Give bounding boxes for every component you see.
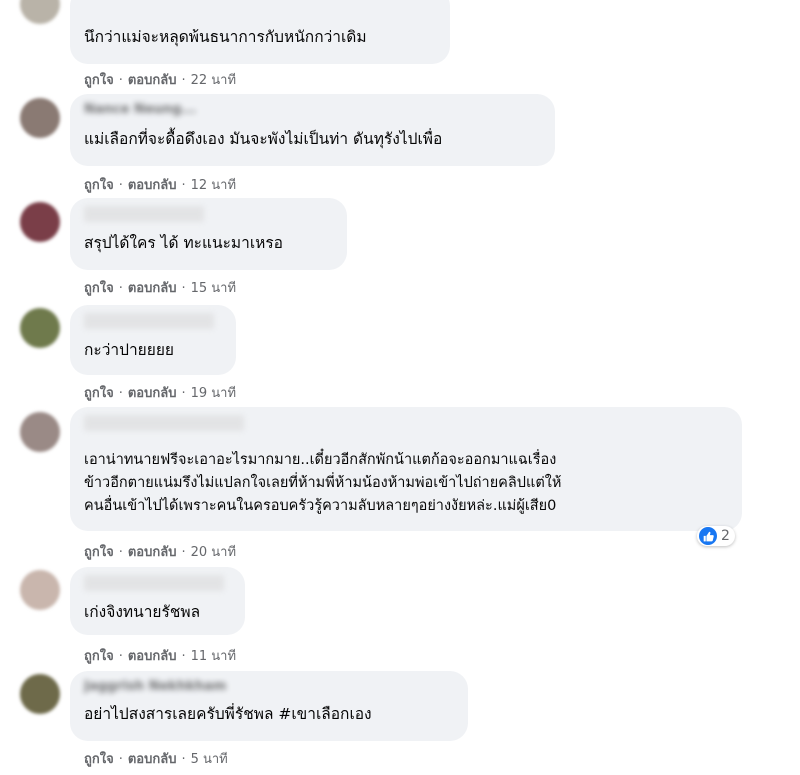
comment-bubble: เอาน่าทนายฟรีจะเอาอะไรมากมาย..เดี๋ยวอีกส… [70,407,742,531]
reply-button[interactable]: ตอบกลับ [128,386,177,401]
comment-text: สรุปได้ใคร ได้ ทะแนะมาเหรอ [84,234,283,252]
like-button[interactable]: ถูกใจ [84,545,114,560]
comment-timestamp[interactable]: 22 นาที [191,73,236,88]
commenter-name[interactable] [84,206,204,222]
comment-actions: ถูกใจ · ตอบกลับ · 22 นาที [84,73,237,88]
reply-button[interactable]: ตอบกลับ [128,752,177,767]
like-button[interactable]: ถูกใจ [84,649,114,664]
like-reaction-icon [699,527,717,545]
comment-bubble: สรุปได้ใคร ได้ ทะแนะมาเหรอ [70,198,347,270]
user-avatar[interactable] [20,98,60,138]
comment-text: เก่งจิงทนายรัชพล [84,603,201,621]
comment-text: กะว่าปายยยย [84,341,174,359]
commenter-name[interactable] [84,415,244,431]
user-avatar[interactable] [20,0,60,24]
comment-timestamp[interactable]: 5 นาที [191,752,228,767]
commenter-name[interactable]: Jaggrish Nekhkham [84,679,454,695]
reply-button[interactable]: ตอบกลับ [128,545,177,560]
comment-bubble: กะว่าปายยยย [70,305,236,375]
comment-actions: ถูกใจ · ตอบกลับ · 11 นาที [84,649,237,664]
comment-text: เอาน่าทนายฟรีจะเอาอะไรมากมาย..เดี๋ยวอีกส… [84,452,562,514]
comment-timestamp[interactable]: 19 นาที [191,386,236,401]
comment-text: แม่เลือกที่จะดื้อดึงเอง มันจะพังไม่เป็นท… [84,130,443,148]
comment-actions: ถูกใจ · ตอบกลับ · 19 นาที [84,386,237,401]
user-avatar[interactable] [20,202,60,242]
reaction-count: 2 [721,528,730,544]
like-button[interactable]: ถูกใจ [84,281,114,296]
commenter-name[interactable] [84,0,436,12]
user-avatar[interactable] [20,674,60,714]
comment-timestamp[interactable]: 11 นาที [191,649,236,664]
comment-bubble: เก่งจิงทนายรัชพล [70,567,245,635]
comment-actions: ถูกใจ · ตอบกลับ · 5 นาที [84,752,228,767]
like-button[interactable]: ถูกใจ [84,73,114,88]
comment-bubble: Nance Neung... แม่เลือกที่จะดื้อดึงเอง ม… [70,94,555,166]
like-button[interactable]: ถูกใจ [84,178,114,193]
commenter-name[interactable] [84,575,224,591]
comment-timestamp[interactable]: 12 นาที [191,178,236,193]
user-avatar[interactable] [20,308,60,348]
reply-button[interactable]: ตอบกลับ [128,73,177,88]
comment-bubble: นึกว่าแม่จะหลุดพ้นธนาการกับหนักกว่าเดิม [70,0,450,64]
like-button[interactable]: ถูกใจ [84,752,114,767]
comment-bubble: Jaggrish Nekhkham อย่าไปสงสารเลยครับพี่ร… [70,671,468,741]
reply-button[interactable]: ตอบกลับ [128,178,177,193]
reply-button[interactable]: ตอบกลับ [128,649,177,664]
comment-timestamp[interactable]: 20 นาที [191,545,236,560]
reply-button[interactable]: ตอบกลับ [128,281,177,296]
comment-actions: ถูกใจ · ตอบกลับ · 12 นาที [84,178,237,193]
comment-actions: ถูกใจ · ตอบกลับ · 20 นาที [84,545,237,560]
comment-text: อย่าไปสงสารเลยครับพี่รัชพล #เขาเลือกเอง [84,705,372,723]
comment-timestamp[interactable]: 15 นาที [191,281,236,296]
user-avatar[interactable] [20,570,60,610]
commenter-name[interactable] [84,313,214,329]
reaction-count-badge[interactable]: 2 [697,526,735,546]
comment-actions: ถูกใจ · ตอบกลับ · 15 นาที [84,281,237,296]
like-button[interactable]: ถูกใจ [84,386,114,401]
commenter-name[interactable]: Nance Neung... [84,102,541,118]
comment-text: นึกว่าแม่จะหลุดพ้นธนาการกับหนักกว่าเดิม [84,28,367,46]
user-avatar[interactable] [20,412,60,452]
